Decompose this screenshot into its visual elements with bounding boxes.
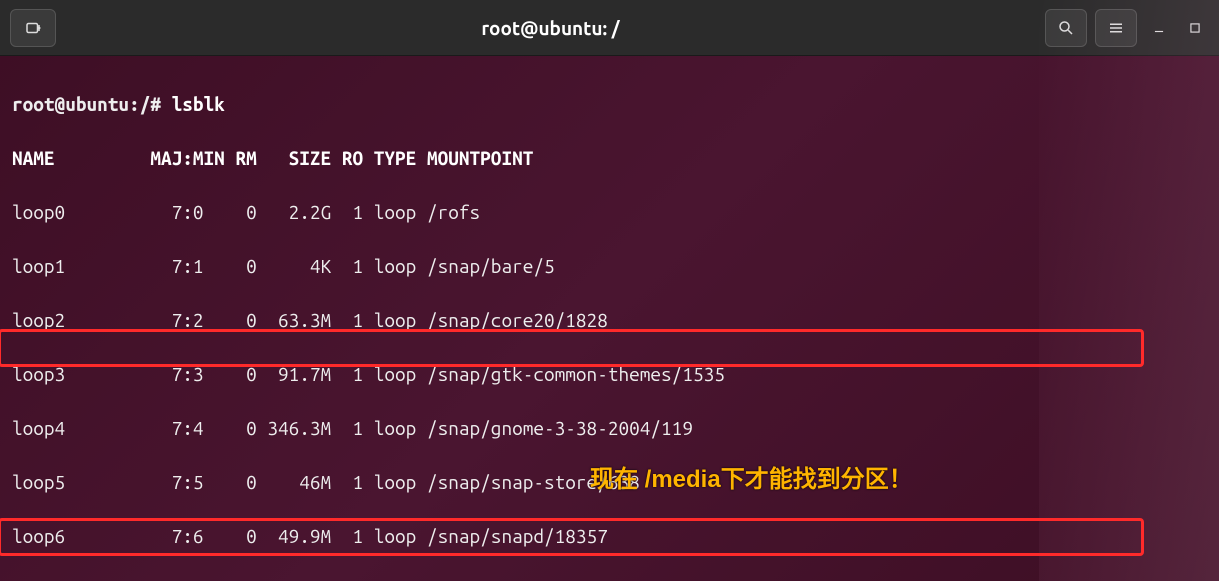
prompt-line: root@ubuntu:/# lsblk bbox=[12, 91, 1207, 118]
prompt-symbol: # bbox=[150, 93, 161, 115]
maximize-button[interactable] bbox=[1181, 14, 1209, 42]
new-tab-button[interactable] bbox=[10, 9, 56, 47]
prompt-user-host: root@ubuntu bbox=[12, 93, 129, 115]
search-button[interactable] bbox=[1045, 9, 1087, 47]
lsblk-row: loop3 7:3 0 91.7M 1 loop /snap/gtk-commo… bbox=[12, 361, 1207, 388]
titlebar: root@ubuntu: / bbox=[0, 0, 1219, 56]
prompt-path: / bbox=[140, 93, 151, 115]
lsblk-row: sda 8:0 0 931.5G 0 disk bbox=[12, 577, 1207, 581]
command-text: lsblk bbox=[172, 93, 225, 115]
lsblk-row: loop2 7:2 0 63.3M 1 loop /snap/core20/18… bbox=[12, 307, 1207, 334]
minimize-button[interactable] bbox=[1145, 14, 1173, 42]
new-tab-icon bbox=[24, 19, 42, 37]
maximize-icon bbox=[1188, 21, 1202, 35]
menu-button[interactable] bbox=[1095, 9, 1137, 47]
lsblk-header: NAME MAJ:MIN RM SIZE RO TYPE MOUNTPOINT bbox=[12, 145, 1207, 172]
terminal-window: root@ubuntu: / root@ubuntu:/# lsblk NAME… bbox=[0, 0, 1219, 581]
window-title: root@ubuntu: / bbox=[481, 17, 619, 39]
search-icon bbox=[1057, 19, 1075, 37]
prompt-colon: : bbox=[129, 93, 140, 115]
lsblk-row: loop1 7:1 0 4K 1 loop /snap/bare/5 bbox=[12, 253, 1207, 280]
lsblk-row: loop4 7:4 0 346.3M 1 loop /snap/gnome-3-… bbox=[12, 415, 1207, 442]
lsblk-row: loop0 7:0 0 2.2G 1 loop /rofs bbox=[12, 199, 1207, 226]
titlebar-left bbox=[10, 9, 56, 47]
lsblk-row: loop6 7:6 0 49.9M 1 loop /snap/snapd/183… bbox=[12, 523, 1207, 550]
minimize-icon bbox=[1152, 21, 1166, 35]
hamburger-icon bbox=[1107, 19, 1125, 37]
titlebar-right bbox=[1045, 9, 1209, 47]
terminal-body[interactable]: root@ubuntu:/# lsblk NAME MAJ:MIN RM SIZ… bbox=[0, 56, 1219, 581]
annotation-text: 现在 /media下才能找到分区！ bbox=[590, 466, 913, 493]
